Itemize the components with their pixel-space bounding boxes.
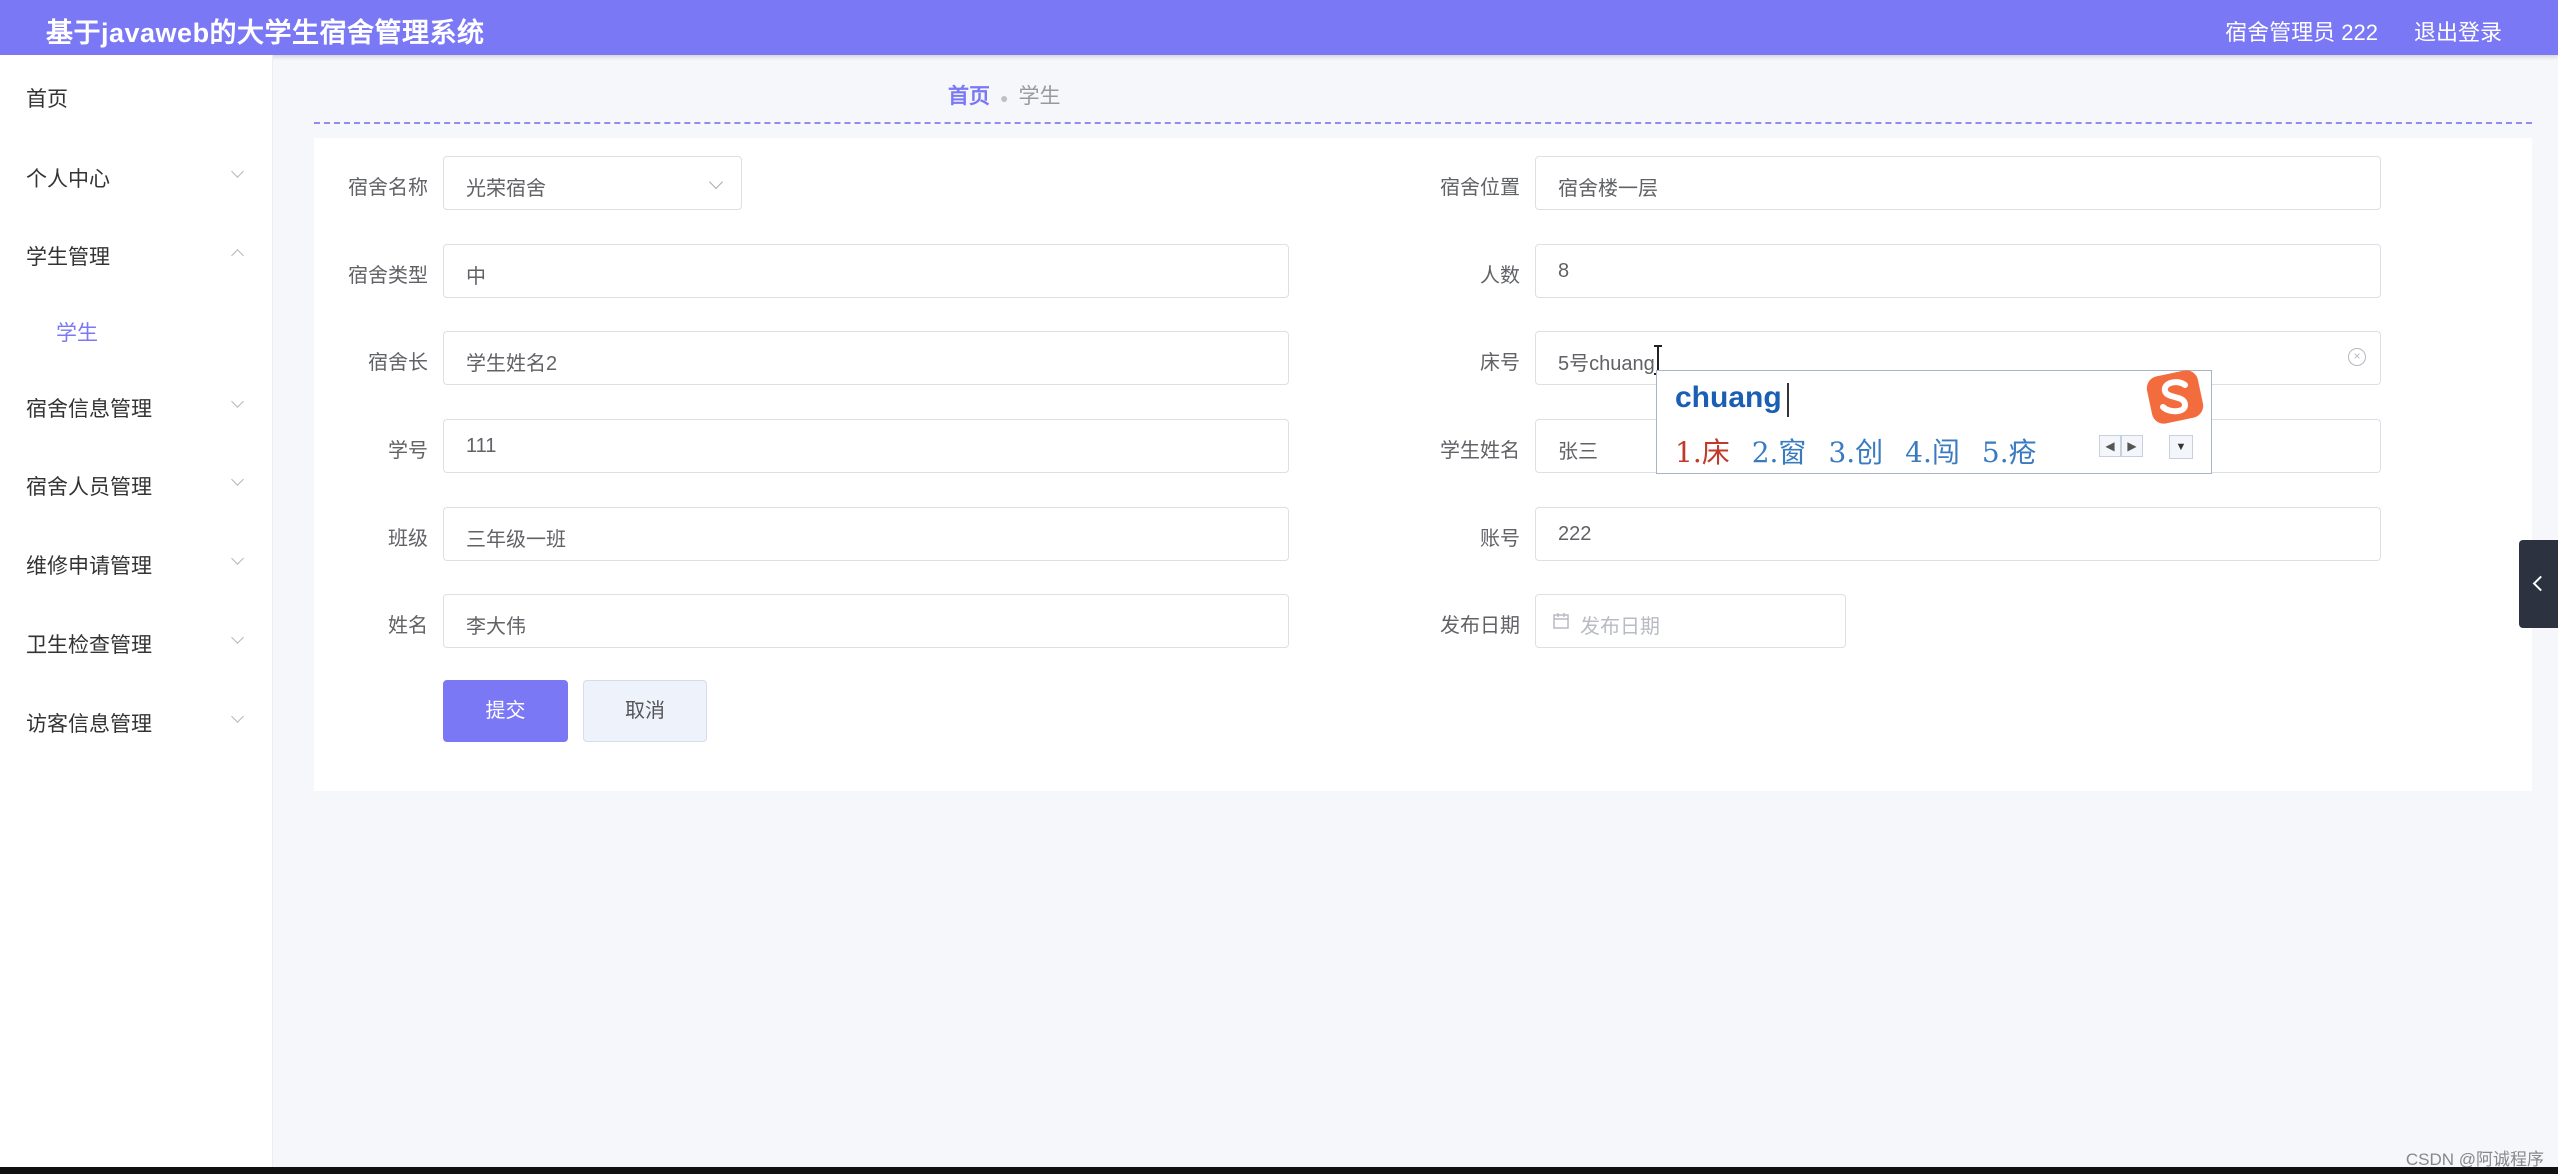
dorm-head-value: 学生姓名2	[466, 353, 558, 375]
logout-link[interactable]: 退出登录	[2414, 15, 2502, 47]
sidebar-item-visitor[interactable]: 访客信息管理	[0, 690, 272, 750]
ime-candidate-window: chuang 1.床 2.窗 3.创 4.闯 5.疮 ◀ ▶ ▼	[1656, 370, 2212, 474]
student-name-value: 张三	[1558, 441, 1598, 463]
breadcrumb: 首页 ● 学生	[948, 80, 1060, 110]
class-input[interactable]: 三年级一班	[443, 507, 1289, 561]
ime-pinyin: chuang	[1675, 381, 1782, 414]
ime-candidate[interactable]: 2.窗	[1752, 436, 1807, 469]
student-name-label: 学生姓名	[1440, 440, 1520, 462]
chevron-left-icon	[2532, 575, 2549, 592]
sidebar-item-personal-center[interactable]: 个人中心	[0, 145, 272, 205]
ime-candidate[interactable]: 1.床	[1675, 436, 1730, 469]
ime-prev-page-icon[interactable]: ◀	[2099, 435, 2121, 457]
account-value: 222	[1558, 523, 1592, 545]
dorm-type-input[interactable]: 中	[443, 244, 1289, 298]
sidebar-item-hygiene[interactable]: 卫生检查管理	[0, 611, 272, 671]
dorm-type-label: 宿舍类型	[348, 265, 428, 287]
ime-candidates: 1.床 2.窗 3.创 4.闯 5.疮	[1675, 431, 2059, 471]
publish-date-label: 发布日期	[1440, 615, 1520, 637]
count-value: 8	[1558, 260, 1570, 282]
student-no-label: 学号	[388, 440, 428, 462]
dorm-location-input[interactable]: 宿舍楼一层	[1535, 156, 2381, 210]
calendar-icon	[1553, 613, 1569, 629]
sidebar-item-label: 访客信息管理	[26, 713, 152, 736]
sidebar: 首页 个人中心 学生管理 学生 宿舍信息管理 宿舍人员管理 维修申请管理 卫生检…	[0, 55, 273, 1167]
count-label: 人数	[1480, 265, 1520, 287]
name-value: 李大伟	[466, 616, 526, 638]
submit-button[interactable]: 提交	[443, 680, 568, 742]
current-user: 宿舍管理员 222	[2225, 20, 2378, 45]
chevron-down-icon	[231, 395, 244, 408]
ime-caret	[1787, 383, 1789, 417]
top-bar: 基于javaweb的大学生宿舍管理系统 宿舍管理员 222 退出登录	[0, 0, 2558, 55]
sidebar-item-dorm-info[interactable]: 宿舍信息管理	[0, 375, 272, 435]
ime-candidate[interactable]: 5.疮	[1982, 436, 2037, 469]
dorm-name-label: 宿舍名称	[348, 177, 428, 199]
publish-date-picker[interactable]: 发布日期	[1535, 594, 1846, 648]
ime-expand-icon[interactable]: ▼	[2169, 435, 2193, 459]
sidebar-subitem-student[interactable]: 学生	[0, 305, 272, 355]
dorm-location-value: 宿舍楼一层	[1558, 178, 1658, 200]
dorm-head-label: 宿舍长	[368, 352, 428, 374]
chevron-down-icon	[231, 631, 244, 644]
dorm-head-input[interactable]: 学生姓名2	[443, 331, 1289, 385]
class-label: 班级	[388, 528, 428, 550]
account-label: 账号	[1480, 528, 1520, 550]
dorm-type-value: 中	[466, 266, 486, 288]
student-no-input[interactable]: 111	[443, 419, 1289, 473]
chevron-down-icon	[231, 165, 244, 178]
count-input[interactable]: 8	[1535, 244, 2381, 298]
sidebar-item-label: 宿舍信息管理	[26, 398, 152, 421]
name-label: 姓名	[388, 615, 428, 637]
sogou-logo-icon	[2146, 370, 2204, 424]
sidebar-item-label: 首页	[26, 88, 68, 111]
account-input[interactable]: 222	[1535, 507, 2381, 561]
sidebar-item-dorm-members[interactable]: 宿舍人员管理	[0, 453, 272, 513]
breadcrumb-home[interactable]: 首页	[948, 85, 990, 108]
side-drawer-toggle[interactable]	[2519, 540, 2558, 628]
sidebar-item-student-management[interactable]: 学生管理	[0, 223, 272, 283]
clear-icon[interactable]: ×	[2348, 348, 2366, 366]
sidebar-item-label: 宿舍人员管理	[26, 476, 152, 499]
sidebar-item-label: 维修申请管理	[26, 555, 152, 578]
cancel-button[interactable]: 取消	[583, 680, 707, 742]
name-input[interactable]: 李大伟	[443, 594, 1289, 648]
dorm-location-label: 宿舍位置	[1440, 177, 1520, 199]
ime-candidate[interactable]: 3.创	[1828, 436, 1883, 469]
chevron-down-icon	[708, 174, 724, 190]
bed-no-label: 床号	[1480, 352, 1520, 374]
publish-date-placeholder: 发布日期	[1580, 616, 1660, 638]
sidebar-item-label: 卫生检查管理	[26, 634, 152, 657]
sidebar-item-label: 个人中心	[26, 168, 110, 191]
ime-page-buttons: ◀ ▶	[2099, 435, 2143, 457]
student-no-value: 111	[466, 435, 497, 457]
chevron-up-icon	[231, 249, 244, 262]
divider	[314, 122, 2532, 124]
bed-no-value: 5号chuang	[1558, 353, 1655, 375]
app-title: 基于javaweb的大学生宿舍管理系统	[46, 18, 485, 48]
class-value: 三年级一班	[466, 529, 566, 551]
bottom-border	[0, 1167, 2558, 1174]
ime-next-page-icon[interactable]: ▶	[2121, 435, 2143, 457]
breadcrumb-current: 学生	[1018, 85, 1061, 108]
dorm-name-value: 光荣宿舍	[466, 178, 546, 200]
chevron-down-icon	[231, 473, 244, 486]
sidebar-item-label: 学生	[56, 322, 98, 345]
sidebar-item-label: 学生管理	[26, 246, 110, 269]
sidebar-item-repair[interactable]: 维修申请管理	[0, 532, 272, 592]
ime-candidate[interactable]: 4.闯	[1905, 436, 1960, 469]
chevron-down-icon	[231, 710, 244, 723]
chevron-down-icon	[231, 552, 244, 565]
dorm-name-select[interactable]: 光荣宿舍	[443, 156, 742, 210]
breadcrumb-separator-icon: ●	[1000, 90, 1009, 106]
sidebar-item-home[interactable]: 首页	[0, 65, 272, 125]
